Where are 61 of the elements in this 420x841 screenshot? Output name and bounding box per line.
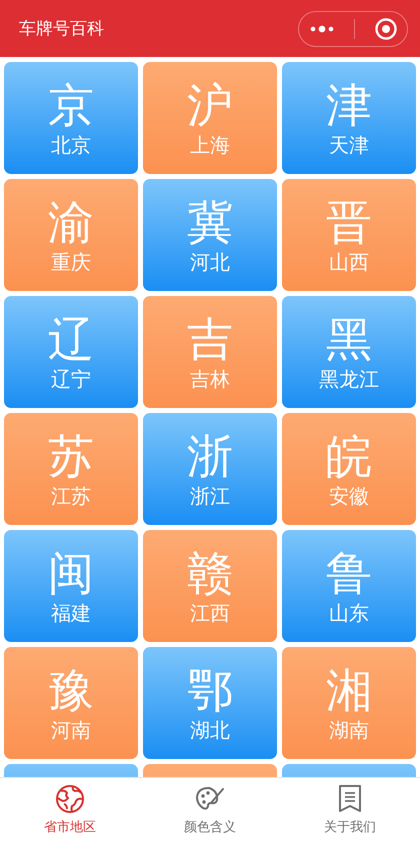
plate-tile[interactable]: 沪 上海 <box>143 62 277 174</box>
province-name: 湖南 <box>329 717 369 743</box>
province-name: 河南 <box>51 717 91 743</box>
plate-abbreviation: 鄂 <box>187 663 233 717</box>
plate-abbreviation: 黑 <box>326 312 372 366</box>
province-name: 江苏 <box>51 483 91 509</box>
plate-abbreviation: 冀 <box>187 195 233 249</box>
province-name: 吉林 <box>190 366 230 392</box>
province-name: 辽宁 <box>51 366 91 392</box>
province-name: 上海 <box>190 132 230 158</box>
plate-tile[interactable]: 鲁 山东 <box>282 530 416 642</box>
province-name: 河北 <box>190 249 230 275</box>
close-icon[interactable] <box>374 16 398 40</box>
plate-tile[interactable]: 吉 吉林 <box>143 296 277 408</box>
plate-tile[interactable]: 赣 江西 <box>143 530 277 642</box>
plate-tile[interactable]: 闽 福建 <box>4 530 138 642</box>
plate-abbreviation: 辽 <box>48 312 94 366</box>
province-name: 福建 <box>51 600 91 626</box>
plate-abbreviation: 皖 <box>326 429 372 483</box>
plate-tile[interactable]: 渝 重庆 <box>4 179 138 291</box>
plate-tile[interactable]: 冀 河北 <box>143 179 277 291</box>
plate-abbreviation: 浙 <box>187 429 233 483</box>
plate-tile[interactable]: 津 天津 <box>282 62 416 174</box>
tab[interactable]: 省市地区 <box>0 778 140 841</box>
plate-tile[interactable]: 鄂 湖北 <box>143 647 277 759</box>
tab[interactable]: 颜色含义 <box>140 778 280 841</box>
province-name: 北京 <box>51 132 91 158</box>
plate-tile[interactable]: 辽 辽宁 <box>4 296 138 408</box>
plate-tile[interactable]: 皖 安徽 <box>282 413 416 525</box>
plate-abbreviation: 湘 <box>326 663 372 717</box>
province-name: 黑龙江 <box>319 366 379 392</box>
plate-abbreviation: 晋 <box>326 195 372 249</box>
plate-tile[interactable]: 苏 江苏 <box>4 413 138 525</box>
plate-tile[interactable]: 浙 浙江 <box>143 413 277 525</box>
plate-tile[interactable]: 湘 湖南 <box>282 647 416 759</box>
plate-abbreviation: 津 <box>326 78 372 132</box>
province-name: 山西 <box>329 249 369 275</box>
plate-abbreviation: 沪 <box>187 78 233 132</box>
province-name: 湖北 <box>190 717 230 743</box>
plate-abbreviation: 鲁 <box>326 546 372 600</box>
globe-icon <box>55 784 85 814</box>
plate-abbreviation: 渝 <box>48 195 94 249</box>
plate-abbreviation: 闽 <box>48 546 94 600</box>
plate-abbreviation: 苏 <box>48 429 94 483</box>
plate-tile[interactable]: 晋 山西 <box>282 179 416 291</box>
plate-abbreviation: 吉 <box>187 312 233 366</box>
plate-abbreviation: 京 <box>48 78 94 132</box>
province-name: 天津 <box>329 132 369 158</box>
tab[interactable]: 关于我们 <box>280 778 420 841</box>
province-name: 安徽 <box>329 483 369 509</box>
plate-abbreviation: 豫 <box>48 663 94 717</box>
plate-tile[interactable]: 豫 河南 <box>4 647 138 759</box>
province-name: 山东 <box>329 600 369 626</box>
province-name: 重庆 <box>51 249 91 275</box>
plate-tile[interactable]: 京 北京 <box>4 62 138 174</box>
province-name: 江西 <box>190 600 230 626</box>
document-icon <box>337 784 363 814</box>
plate-tile[interactable]: 黑 黑龙江 <box>282 296 416 408</box>
app-title: 车牌号百科 <box>19 18 104 40</box>
province-name: 浙江 <box>190 483 230 509</box>
plate-abbreviation: 赣 <box>187 546 233 600</box>
